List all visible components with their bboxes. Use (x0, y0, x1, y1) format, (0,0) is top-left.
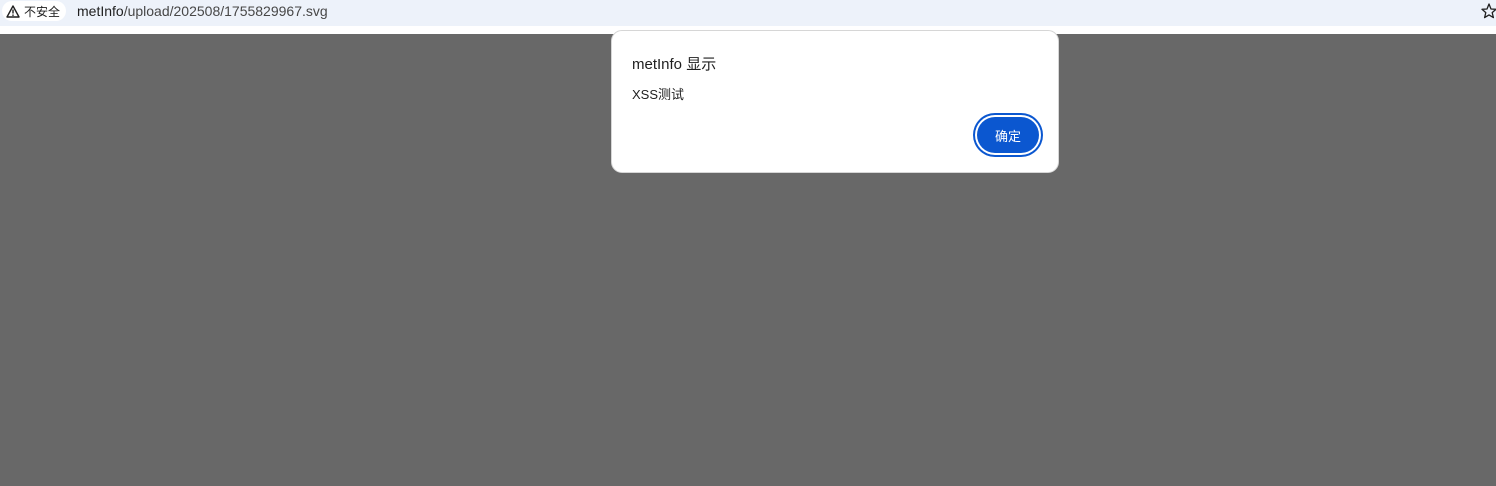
alert-dialog: metInfo 显示 XSS测试 确定 (611, 30, 1059, 173)
dialog-title: metInfo 显示 (632, 56, 717, 73)
bookmark-star-icon[interactable] (1480, 2, 1496, 20)
ok-button[interactable]: 确定 (977, 117, 1039, 153)
url-host: metInfo (77, 3, 124, 19)
url-text[interactable]: metInfo/upload/202508/1755829967.svg (77, 2, 328, 20)
address-bar[interactable]: 不安全 metInfo/upload/202508/1755829967.svg (0, 0, 1496, 26)
security-label: 不安全 (24, 4, 61, 19)
url-path: /upload/202508/1755829967.svg (123, 3, 328, 19)
security-indicator[interactable]: 不安全 (2, 1, 67, 21)
warning-icon (6, 4, 20, 18)
dialog-message: XSS测试 (632, 87, 685, 102)
